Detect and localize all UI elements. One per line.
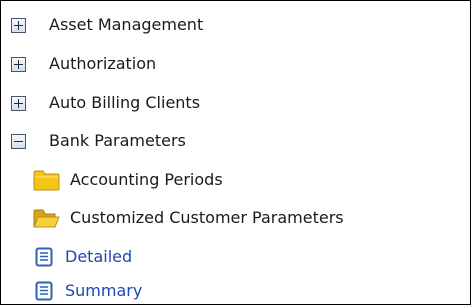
folder-open-icon — [33, 209, 60, 228]
tree-node-auto-billing-clients[interactable]: Auto Billing Clients — [11, 86, 200, 120]
tree-node-authorization[interactable]: Authorization — [11, 47, 156, 81]
expand-icon[interactable] — [11, 95, 26, 111]
tree-node-asset-management[interactable]: Asset Management — [11, 8, 203, 42]
tree-leaf-detailed[interactable]: Detailed — [35, 240, 132, 274]
document-icon — [35, 247, 53, 267]
tree-leaf-label[interactable]: Detailed — [65, 247, 132, 267]
tree-leaf-summary[interactable]: Summary — [35, 274, 142, 305]
folder-closed-icon — [33, 170, 60, 191]
tree-node-label: Accounting Periods — [70, 170, 223, 189]
tree-node-label: Bank Parameters — [49, 131, 186, 150]
tree-node-label: Asset Management — [49, 15, 204, 34]
expand-icon[interactable] — [11, 56, 26, 72]
tree-node-accounting-periods[interactable]: Accounting Periods — [33, 163, 223, 197]
tree-node-label: Customized Customer Parameters — [70, 208, 344, 227]
tree-node-customized-customer-parameters[interactable]: Customized Customer Parameters — [33, 201, 344, 235]
document-icon — [35, 281, 53, 301]
navigation-tree: Asset Management Authorization Auto Bill… — [0, 0, 471, 305]
tree-node-label: Auto Billing Clients — [49, 93, 201, 112]
tree-node-bank-parameters[interactable]: Bank Parameters — [11, 124, 186, 158]
tree-node-label: Authorization — [49, 54, 157, 73]
expand-icon[interactable] — [11, 17, 26, 33]
tree-leaf-label[interactable]: Summary — [65, 281, 142, 301]
collapse-icon[interactable] — [11, 133, 26, 149]
